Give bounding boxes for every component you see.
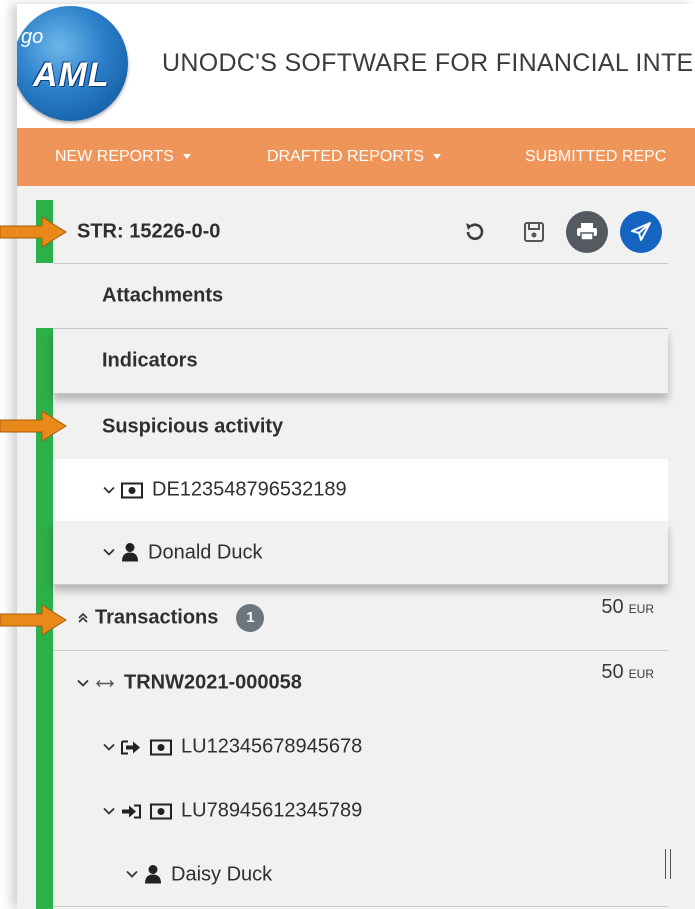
transaction-entry: TRNW2021-000058 (77, 672, 302, 695)
pointer-arrow-icon (0, 604, 67, 636)
transactions-label: Transactions (95, 606, 219, 629)
chevron-down-icon[interactable] (103, 549, 115, 557)
money-icon (121, 482, 143, 499)
caret-down-icon (433, 154, 442, 160)
nav-drafted-reports-label: DRAFTED REPORTS (267, 148, 425, 165)
account-row[interactable]: DE123548796532189 (53, 459, 668, 521)
chevron-down-icon[interactable] (126, 871, 138, 879)
transaction-row[interactable]: TRNW2021-000058 50 EUR (53, 651, 668, 715)
chevron-down-icon[interactable] (77, 679, 89, 687)
to-account-number: LU78945612345789 (181, 799, 363, 822)
sign-in-icon (122, 804, 141, 819)
sign-out-icon (121, 740, 140, 755)
transaction-id: TRNW2021-000058 (124, 671, 302, 694)
transactions-currency: EUR (628, 602, 654, 616)
caret-down-icon (182, 154, 191, 160)
transaction-person-name: Daisy Duck (171, 863, 273, 885)
from-account-number: LU12345678945678 (181, 735, 363, 758)
undo-icon[interactable] (462, 220, 486, 244)
attachments-label: Attachments (102, 284, 224, 307)
main-nav: NEW REPORTS DRAFTED REPORTS SUBMITTED RE… (17, 128, 695, 186)
nav-new-reports-label: NEW REPORTS (55, 148, 174, 165)
person-entry: Donald Duck (103, 541, 263, 564)
transactions-amount: 50 (601, 596, 624, 618)
person-icon (122, 543, 138, 562)
chevron-down-icon[interactable] (103, 807, 115, 815)
account-entry: DE123548796532189 (103, 479, 347, 502)
nav-new-reports[interactable]: NEW REPORTS (55, 128, 191, 186)
money-icon (150, 739, 172, 756)
app-window: go AML UNODC'S SOFTWARE FOR FINANCIAL IN… (17, 4, 695, 909)
nav-drafted-reports[interactable]: DRAFTED REPORTS (267, 128, 442, 186)
transactions-total: 50 EUR (601, 596, 654, 619)
account-number: DE123548796532189 (152, 478, 347, 501)
chevron-down-icon[interactable] (103, 743, 115, 751)
logo-aml-text: AML (33, 56, 110, 94)
section-suspicious-activity[interactable]: Suspicious activity (53, 394, 668, 459)
pointer-arrow-icon (0, 216, 67, 248)
indicators-label: Indicators (102, 349, 198, 372)
transaction-total: 50 EUR (601, 661, 654, 684)
nav-submitted-reports-label: SUBMITTED REPC (525, 148, 667, 165)
send-icon[interactable] (620, 210, 662, 253)
section-attachments[interactable]: Attachments (53, 264, 668, 329)
to-account-row[interactable]: LU78945612345789 (53, 779, 668, 843)
money-icon (150, 803, 172, 820)
to-account-entry: LU78945612345789 (103, 800, 362, 823)
suspicious-activity-label: Suspicious activity (102, 415, 284, 437)
transfer-icon (96, 679, 114, 687)
save-icon[interactable] (523, 221, 545, 243)
report-title: STR: 15226-0-0 (77, 220, 221, 242)
logo-go-text: go (21, 26, 44, 48)
app-header: go AML UNODC'S SOFTWARE FOR FINANCIAL IN… (17, 4, 695, 129)
transaction-currency: EUR (628, 667, 654, 681)
print-icon[interactable] (566, 210, 608, 253)
from-account-entry: LU12345678945678 (103, 736, 362, 759)
person-row[interactable]: Donald Duck (53, 521, 668, 585)
transactions-entry: Transactions 1 (77, 604, 265, 632)
transaction-person-entry: Daisy Duck (126, 863, 272, 886)
section-indicators[interactable]: Indicators (53, 329, 668, 394)
goaml-logo[interactable]: go AML (17, 6, 128, 121)
section-transactions[interactable]: Transactions 1 50 EUR (53, 586, 668, 651)
transactions-count-badge: 1 (236, 604, 265, 632)
from-account-row[interactable]: LU12345678945678 (53, 715, 668, 779)
person-name: Donald Duck (148, 541, 263, 563)
resize-handle[interactable] (665, 849, 671, 879)
nav-submitted-reports[interactable]: SUBMITTED REPC (525, 128, 666, 186)
report-header-row: STR: 15226-0-0 (53, 200, 668, 264)
transaction-amount: 50 (601, 661, 624, 683)
transaction-person-row[interactable]: Daisy Duck (53, 843, 668, 907)
person-icon (145, 865, 161, 884)
chevron-down-icon[interactable] (103, 486, 115, 494)
chevron-double-up-icon[interactable] (77, 612, 89, 624)
pointer-arrow-icon (0, 410, 67, 442)
app-title: UNODC'S SOFTWARE FOR FINANCIAL INTE (162, 49, 694, 77)
